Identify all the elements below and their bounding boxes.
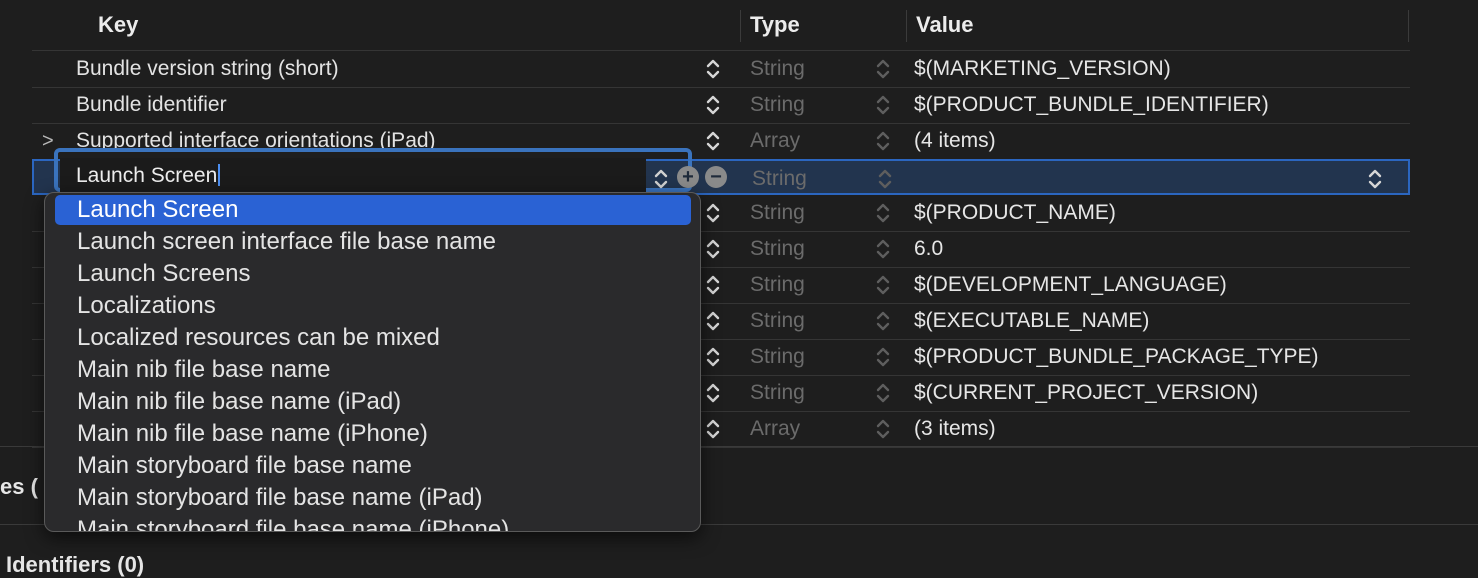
suggestion-item[interactable]: Main storyboard file base name (iPhone) — [55, 515, 691, 531]
type-stepper-icon[interactable] — [874, 56, 892, 82]
key-stepper-icon[interactable] — [704, 380, 722, 406]
row-type: String — [750, 237, 805, 260]
suggestion-item[interactable]: Main nib file base name — [55, 355, 691, 385]
key-suggestions-popup[interactable]: Launch Screen Launch screen interface fil… — [44, 192, 701, 532]
row-type: String — [750, 309, 805, 332]
column-header-key[interactable]: Key — [98, 0, 138, 50]
disclosure-chevron-icon[interactable]: > — [42, 123, 54, 159]
row-value: (4 items) — [914, 129, 996, 152]
section-identifiers[interactable]: Identifiers (0) — [6, 552, 144, 578]
type-stepper-icon[interactable] — [874, 200, 892, 226]
value-stepper-icon[interactable] — [1366, 166, 1384, 192]
row-type: String — [750, 381, 805, 404]
suggestion-item[interactable]: Localizations — [55, 291, 691, 321]
row-value: $(PRODUCT_BUNDLE_PACKAGE_TYPE) — [914, 345, 1319, 368]
add-row-button[interactable]: + — [677, 166, 699, 188]
column-header-type[interactable]: Type — [750, 0, 800, 50]
row-type: String — [750, 201, 805, 224]
key-stepper-icon[interactable] — [704, 56, 722, 82]
row-value: (3 items) — [914, 417, 996, 440]
key-combo-stepper-icon[interactable] — [652, 166, 670, 192]
row-value: $(PRODUCT_BUNDLE_IDENTIFIER) — [914, 93, 1269, 116]
remove-row-button[interactable]: − — [705, 166, 727, 188]
type-stepper-icon[interactable] — [876, 166, 894, 192]
type-stepper-icon[interactable] — [874, 272, 892, 298]
key-stepper-icon[interactable] — [704, 128, 722, 154]
row-key: Bundle version string (short) — [76, 57, 339, 80]
row-type: String — [750, 273, 805, 296]
type-stepper-icon[interactable] — [874, 236, 892, 262]
suggestion-item[interactable]: Main storyboard file base name — [55, 451, 691, 481]
type-stepper-icon[interactable] — [874, 416, 892, 442]
type-stepper-icon[interactable] — [874, 380, 892, 406]
text-caret — [218, 164, 221, 186]
suggestion-item[interactable]: Main nib file base name (iPhone) — [55, 419, 691, 449]
suggestion-item-selected[interactable]: Launch Screen — [55, 195, 691, 225]
row-type: String — [752, 167, 807, 190]
row-key: Bundle identifier — [76, 93, 227, 116]
table-row[interactable]: Bundle version string (short) String $(MAR… — [32, 51, 1410, 87]
column-header-value[interactable]: Value — [916, 0, 973, 50]
row-type: String — [750, 57, 805, 80]
type-stepper-icon[interactable] — [874, 92, 892, 118]
table-row[interactable]: Bundle identifier String $(PRODUCT_BUNDLE_… — [32, 87, 1410, 123]
row-value: $(DEVELOPMENT_LANGUAGE) — [914, 273, 1227, 296]
key-stepper-icon[interactable] — [704, 416, 722, 442]
type-stepper-icon[interactable] — [874, 344, 892, 370]
key-stepper-icon[interactable] — [704, 272, 722, 298]
key-stepper-icon[interactable] — [704, 200, 722, 226]
column-separator — [740, 10, 741, 42]
column-separator — [906, 10, 907, 42]
section-label-partial[interactable]: es ( — [0, 474, 38, 500]
row-type: String — [750, 93, 805, 116]
suggestion-item[interactable]: Main storyboard file base name (iPad) — [55, 483, 691, 513]
key-stepper-icon[interactable] — [704, 92, 722, 118]
row-type: String — [750, 345, 805, 368]
key-stepper-icon[interactable] — [704, 236, 722, 262]
key-stepper-icon[interactable] — [704, 308, 722, 334]
row-value: $(EXECUTABLE_NAME) — [914, 309, 1150, 332]
row-value: $(MARKETING_VERSION) — [914, 57, 1171, 80]
suggestion-item[interactable]: Launch Screens — [55, 259, 691, 289]
suggestion-item[interactable]: Main nib file base name (iPad) — [55, 387, 691, 417]
row-value: $(PRODUCT_NAME) — [914, 201, 1116, 224]
key-stepper-icon[interactable] — [704, 344, 722, 370]
suggestion-item[interactable]: Localized resources can be mixed — [55, 323, 691, 353]
row-type: Array — [750, 129, 801, 152]
key-combo-input[interactable]: Launch Screen — [60, 158, 646, 192]
type-stepper-icon[interactable] — [874, 128, 892, 154]
row-value: 6.0 — [914, 237, 944, 260]
suggestion-item[interactable]: Launch screen interface file base name — [55, 227, 691, 257]
row-type: Array — [750, 417, 801, 440]
key-combo-value: Launch Screen — [76, 164, 218, 187]
row-value: $(CURRENT_PROJECT_VERSION) — [914, 381, 1259, 404]
column-separator — [1408, 10, 1409, 42]
type-stepper-icon[interactable] — [874, 308, 892, 334]
